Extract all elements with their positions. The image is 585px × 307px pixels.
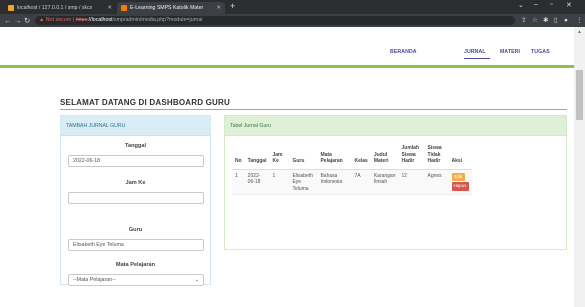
col-guru: Guru xyxy=(289,144,318,170)
col-tidak-hadir: Siswa Tidak Hadir xyxy=(424,144,449,170)
mapel-label: Mata Pelajaran xyxy=(115,262,156,268)
url-host: localhost xyxy=(91,17,113,23)
page-scrollbar[interactable] xyxy=(574,27,585,307)
reload-icon[interactable]: ↻ xyxy=(24,15,30,26)
tanggal-value: 2022-06-18 xyxy=(73,158,101,164)
guru-value: Elisabeth Eye Teluma xyxy=(73,242,124,248)
chevron-down-icon[interactable]: ⌄ xyxy=(518,1,524,9)
delete-button[interactable]: Hapus xyxy=(451,182,469,191)
page-content: BERANDA JURNAL MATERI TUGAS SELAMAT DATA… xyxy=(0,27,574,307)
cell-aksi: Edit Hapus xyxy=(448,169,472,195)
guru-label: Guru xyxy=(128,227,143,233)
cell-tidak-hadir: Agnes xyxy=(424,169,449,195)
col-judul: Judul Materi xyxy=(370,144,399,170)
col-tanggal: Tanggal xyxy=(244,144,270,170)
tab-title: localhost / 127.0.0.1 / smp / skcx xyxy=(17,5,93,11)
nav-tugas[interactable]: TUGAS xyxy=(531,49,550,55)
close-window-icon[interactable]: ✕ xyxy=(566,1,572,9)
elearning-favicon-icon xyxy=(121,5,127,11)
star-icon[interactable]: ☆ xyxy=(532,16,538,25)
cell-mapel: Bahasa Indonesia xyxy=(317,169,352,195)
browser-tab-phpmyadmin[interactable]: localhost / 127.0.0.1 / smp / skcx ✕ xyxy=(4,2,116,14)
browser-address-bar: ← → ↻ ▲ Not secure | https://localhost/s… xyxy=(0,14,585,27)
header-divider xyxy=(0,65,574,68)
cell-tanggal: 2022-06-18 xyxy=(244,169,270,195)
mapel-select[interactable]: --Mata Pelajaran-- ⌄ xyxy=(68,274,204,286)
menu-icon[interactable]: ⋮ xyxy=(576,16,583,25)
col-aksi: Aksi xyxy=(448,144,472,170)
extensions-icon[interactable]: ✱ xyxy=(543,16,548,25)
col-no: No xyxy=(232,144,245,170)
sidebar-icon[interactable]: ▯ xyxy=(554,16,558,25)
minimize-icon[interactable]: – xyxy=(534,1,538,8)
cell-judul: Karangan Ilmiah xyxy=(370,169,399,195)
close-tab-icon[interactable]: ✕ xyxy=(216,5,221,11)
share-icon[interactable]: ⇪ xyxy=(521,16,526,25)
panel-title: Tabel Jurnal Guru xyxy=(225,116,566,136)
guru-field[interactable]: Elisabeth Eye Teluma xyxy=(68,239,204,251)
warning-icon: ▲ xyxy=(39,17,45,23)
title-divider xyxy=(60,109,567,110)
cell-guru: Elisabeth Eye Teluma xyxy=(289,169,318,195)
scrollbar-thumb[interactable] xyxy=(576,70,583,120)
mapel-selected-value: --Mata Pelajaran-- xyxy=(73,277,116,283)
nav-materi[interactable]: MATERI xyxy=(500,49,520,55)
nav-jurnal[interactable]: JURNAL xyxy=(464,49,486,55)
browser-tab-bar: localhost / 127.0.0.1 / smp / skcx ✕ E-L… xyxy=(0,0,585,14)
chevron-down-icon: ⌄ xyxy=(194,277,199,283)
browser-tab-elearning[interactable]: E-Learning SMPS Katolik Mater ✕ xyxy=(117,2,225,14)
page-title: SELAMAT DATANG DI DASHBOARD GURU xyxy=(60,98,230,107)
tanggal-field[interactable]: 2022-06-18 xyxy=(68,155,204,167)
url-field[interactable]: ▲ Not secure | https://localhost/smp/adm… xyxy=(35,16,515,25)
url-path: /smp/admin/media.php?module=jurnal xyxy=(112,17,203,23)
cell-jamke: 1 xyxy=(269,169,290,195)
nav-beranda[interactable]: BERANDA xyxy=(390,49,417,55)
jamke-label: Jam Ke xyxy=(125,180,146,186)
active-nav-indicator xyxy=(464,58,490,59)
top-navigation: BERANDA JURNAL MATERI TUGAS xyxy=(0,27,574,67)
col-hadir: Jumlah Siswa Hadir xyxy=(398,144,425,170)
forward-icon[interactable]: → xyxy=(14,15,22,26)
col-kelas: Kelas xyxy=(351,144,371,170)
new-tab-icon[interactable]: + xyxy=(230,1,235,11)
close-tab-icon[interactable]: ✕ xyxy=(107,5,112,11)
jamke-field[interactable] xyxy=(68,192,204,204)
journal-table: No Tanggal Jam Ke Guru Mata Pelajaran Ke… xyxy=(232,144,472,195)
edit-button[interactable]: Edit xyxy=(451,172,466,181)
table-row: 1 2022-06-18 1 Elisabeth Eye Teluma Baha… xyxy=(232,169,472,195)
back-icon[interactable]: ← xyxy=(4,15,12,26)
not-secure-label: Not secure xyxy=(45,17,72,23)
cell-no: 1 xyxy=(232,169,245,195)
scroll-up-icon[interactable]: ▲ xyxy=(577,29,582,35)
add-journal-panel: TAMBAH JURNAL GURU Tanggal 2022-06-18 Ja… xyxy=(60,115,211,286)
cell-kelas: 7A xyxy=(351,169,371,195)
maximize-icon[interactable]: ▫ xyxy=(550,1,552,8)
url-scheme: https xyxy=(75,17,88,23)
phpmyadmin-favicon-icon xyxy=(8,5,14,11)
col-jamke: Jam Ke xyxy=(269,144,290,170)
cell-hadir: 12 xyxy=(398,169,425,195)
journal-table-panel: Tabel Jurnal Guru No Tanggal Jam Ke Guru… xyxy=(224,115,567,250)
panel-title: TAMBAH JURNAL GURU xyxy=(61,116,210,136)
tab-title: E-Learning SMPS Katolik Mater xyxy=(130,5,204,11)
tanggal-label: Tanggal xyxy=(124,143,147,149)
col-mapel: Mata Pelajaran xyxy=(317,144,352,170)
avatar[interactable]: ● xyxy=(564,16,568,25)
table-header-row: No Tanggal Jam Ke Guru Mata Pelajaran Ke… xyxy=(232,144,472,170)
